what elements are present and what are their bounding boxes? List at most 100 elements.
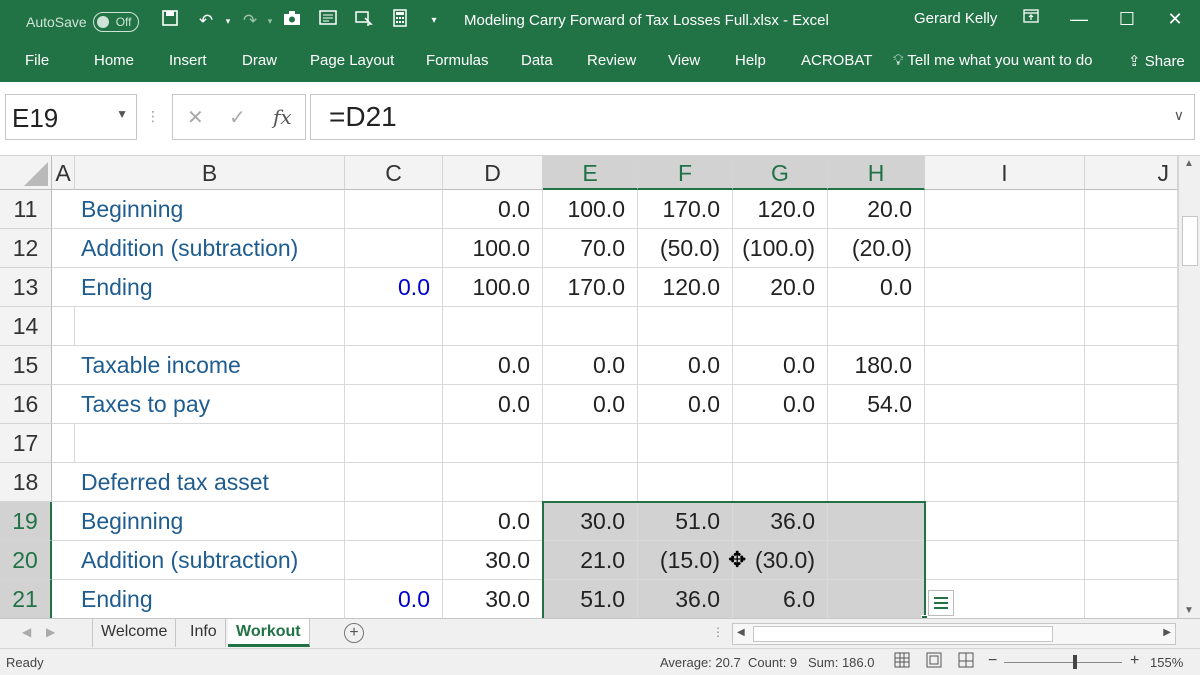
- cell-a12[interactable]: [52, 229, 75, 268]
- cell-e11[interactable]: 100.0: [543, 190, 638, 229]
- sheet-tab-info[interactable]: Info: [182, 619, 226, 647]
- tab-file[interactable]: File: [25, 52, 49, 69]
- cell-c20[interactable]: [345, 541, 443, 580]
- cell-c19[interactable]: [345, 502, 443, 541]
- undo-dropdown-icon[interactable]: ▾: [216, 9, 240, 33]
- cell-i17[interactable]: [925, 424, 1085, 463]
- page-layout-view-icon[interactable]: [926, 652, 942, 671]
- cell-a20[interactable]: [52, 541, 75, 580]
- save-icon[interactable]: [158, 9, 182, 33]
- maximize-icon[interactable]: ☐: [1112, 6, 1142, 32]
- tab-split-handle[interactable]: ⋮: [712, 625, 724, 639]
- cell-c18[interactable]: [345, 463, 443, 502]
- cell-a16[interactable]: [52, 385, 75, 424]
- cell-e13[interactable]: 170.0: [543, 268, 638, 307]
- cell-f16[interactable]: 0.0: [638, 385, 733, 424]
- cell-j14[interactable]: [1085, 307, 1178, 346]
- cell-g14[interactable]: [733, 307, 828, 346]
- cell-c12[interactable]: [345, 229, 443, 268]
- cell-g18[interactable]: [733, 463, 828, 502]
- cell-j15[interactable]: [1085, 346, 1178, 385]
- cell-a14[interactable]: [52, 307, 75, 346]
- zoom-level[interactable]: 155%: [1150, 655, 1183, 670]
- cell-h11[interactable]: 20.0: [828, 190, 925, 229]
- sheet-tab-workout[interactable]: Workout: [228, 619, 310, 647]
- cell-a21[interactable]: [52, 580, 75, 618]
- cell-g15[interactable]: 0.0: [733, 346, 828, 385]
- cell-d16[interactable]: 0.0: [443, 385, 543, 424]
- cell-b19[interactable]: Beginning: [75, 502, 345, 541]
- cell-f12[interactable]: (50.0): [638, 229, 733, 268]
- cell-f18[interactable]: [638, 463, 733, 502]
- cell-d17[interactable]: [443, 424, 543, 463]
- cell-g21[interactable]: 6.0: [733, 580, 828, 618]
- row-header-21[interactable]: 21: [0, 580, 52, 618]
- cell-d12[interactable]: 100.0: [443, 229, 543, 268]
- row-header-19[interactable]: 19: [0, 502, 52, 541]
- cell-d14[interactable]: [443, 307, 543, 346]
- cell-g16[interactable]: 0.0: [733, 385, 828, 424]
- autosave-toggle[interactable]: Off: [92, 12, 139, 32]
- cell-j17[interactable]: [1085, 424, 1178, 463]
- horizontal-scrollbar[interactable]: ◀ ▶: [732, 623, 1176, 645]
- row-header-12[interactable]: 12: [0, 229, 52, 268]
- cell-h17[interactable]: [828, 424, 925, 463]
- tab-review[interactable]: Review: [587, 52, 636, 69]
- cell-j20[interactable]: [1085, 541, 1178, 580]
- cell-a18[interactable]: [52, 463, 75, 502]
- cell-e19[interactable]: 30.0: [543, 502, 638, 541]
- cell-j21[interactable]: [1085, 580, 1178, 618]
- cell-d21[interactable]: 30.0: [443, 580, 543, 618]
- camera-icon[interactable]: [280, 9, 304, 33]
- calculator-icon[interactable]: [388, 9, 412, 33]
- tab-insert[interactable]: Insert: [169, 52, 207, 69]
- cell-h18[interactable]: [828, 463, 925, 502]
- tab-page-layout[interactable]: Page Layout: [310, 52, 394, 69]
- cell-f13[interactable]: 120.0: [638, 268, 733, 307]
- cell-a15[interactable]: [52, 346, 75, 385]
- column-header-h[interactable]: H: [828, 156, 925, 190]
- cell-d20[interactable]: 30.0: [443, 541, 543, 580]
- status-count[interactable]: Count: 9: [748, 655, 797, 670]
- cell-d19[interactable]: 0.0: [443, 502, 543, 541]
- row-header-16[interactable]: 16: [0, 385, 52, 424]
- cell-c14[interactable]: [345, 307, 443, 346]
- column-header-f[interactable]: F: [638, 156, 733, 190]
- cell-f15[interactable]: 0.0: [638, 346, 733, 385]
- column-header-c[interactable]: C: [345, 156, 443, 190]
- cell-h16[interactable]: 54.0: [828, 385, 925, 424]
- formula-input[interactable]: =D21 ∨: [310, 94, 1195, 140]
- page-break-view-icon[interactable]: [958, 652, 974, 671]
- sheet-nav-left-icon[interactable]: ◀: [22, 625, 31, 639]
- cell-j13[interactable]: [1085, 268, 1178, 307]
- cell-c16[interactable]: [345, 385, 443, 424]
- normal-view-icon[interactable]: [894, 652, 910, 671]
- tab-home[interactable]: Home: [94, 52, 134, 69]
- sheet-tab-welcome[interactable]: Welcome: [92, 619, 177, 647]
- cell-b14[interactable]: [75, 307, 345, 346]
- row-header-18[interactable]: 18: [0, 463, 52, 502]
- cell-i11[interactable]: [925, 190, 1085, 229]
- cell-b17[interactable]: [75, 424, 345, 463]
- row-header-17[interactable]: 17: [0, 424, 52, 463]
- cell-a17[interactable]: [52, 424, 75, 463]
- cell-g19[interactable]: 36.0: [733, 502, 828, 541]
- insert-function-icon[interactable]: fx: [273, 105, 292, 129]
- cell-b20[interactable]: Addition (subtraction): [75, 541, 345, 580]
- cell-j12[interactable]: [1085, 229, 1178, 268]
- cell-i20[interactable]: [925, 541, 1085, 580]
- form-icon[interactable]: [316, 9, 340, 33]
- scroll-down-icon[interactable]: ▼: [1184, 605, 1194, 616]
- cell-j18[interactable]: [1085, 463, 1178, 502]
- cell-b16[interactable]: Taxes to pay: [75, 385, 345, 424]
- cell-e14[interactable]: [543, 307, 638, 346]
- cell-h12[interactable]: (20.0): [828, 229, 925, 268]
- cell-c13[interactable]: 0.0: [345, 268, 443, 307]
- redo-dropdown-icon[interactable]: ▾: [258, 9, 282, 33]
- cell-h21[interactable]: [828, 580, 925, 618]
- cell-f21[interactable]: 36.0: [638, 580, 733, 618]
- cell-h14[interactable]: [828, 307, 925, 346]
- horizontal-scroll-thumb[interactable]: [753, 626, 1053, 642]
- cell-a19[interactable]: [52, 502, 75, 541]
- quick-analysis-icon[interactable]: [928, 590, 954, 616]
